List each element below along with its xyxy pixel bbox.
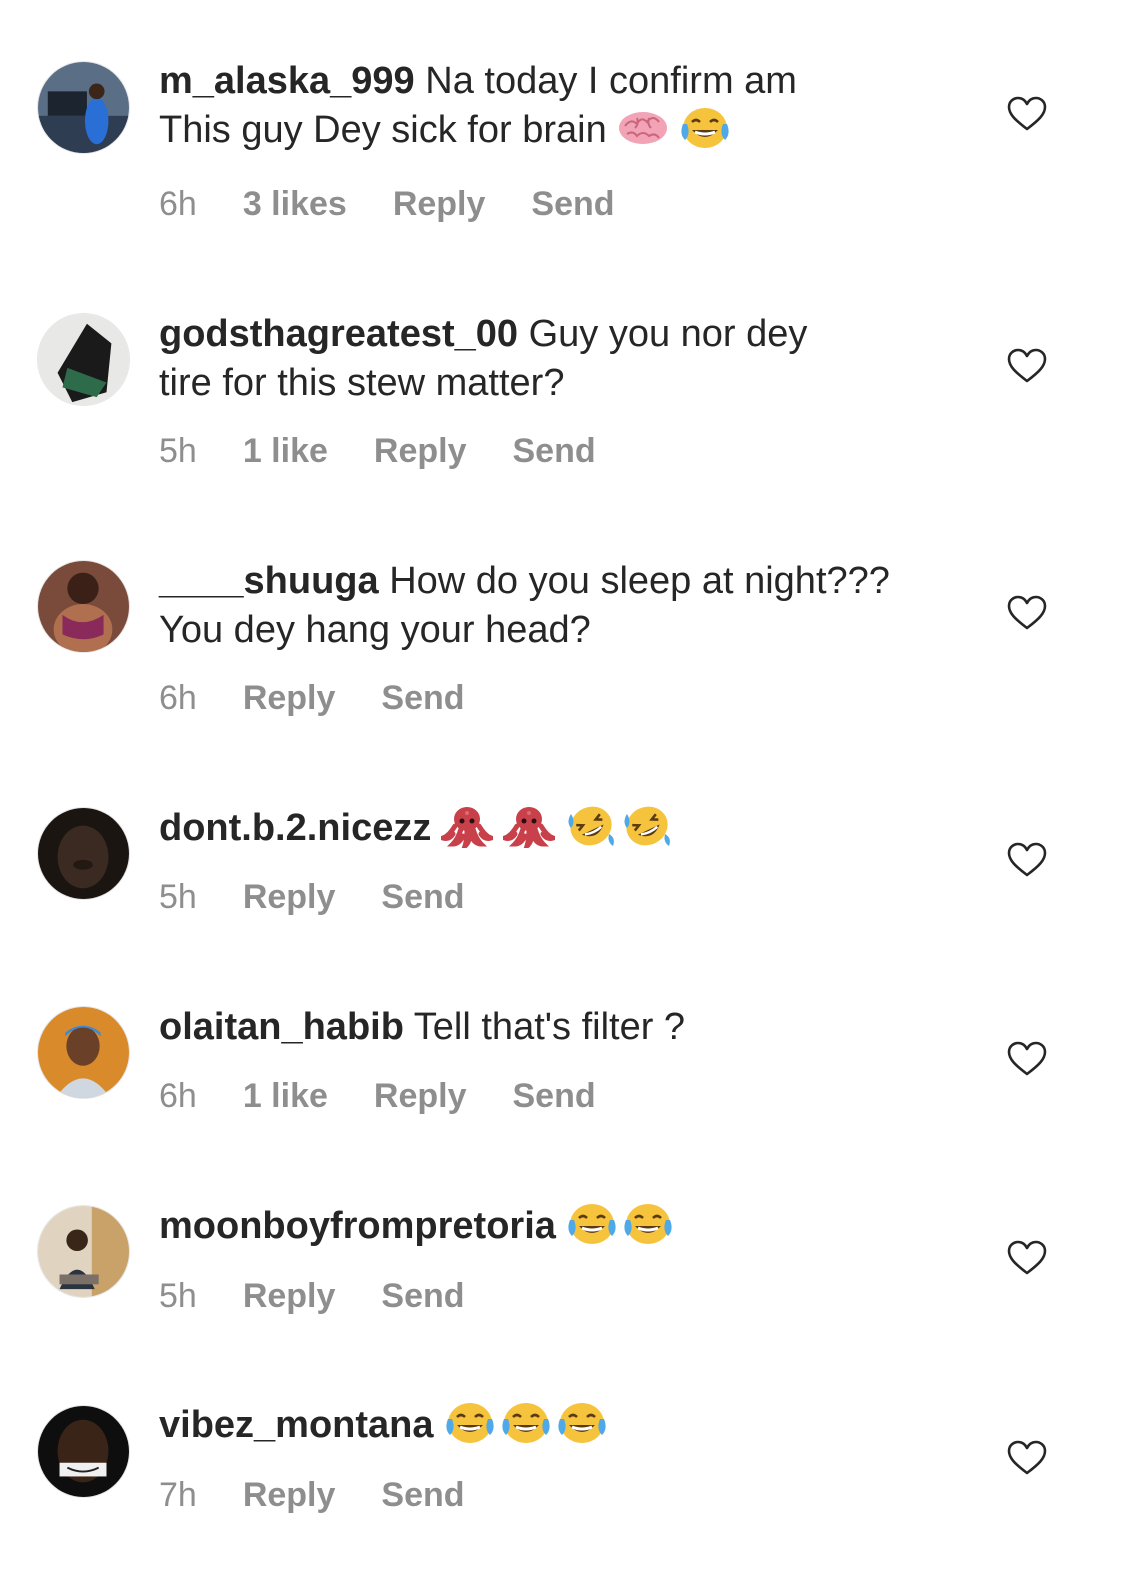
comment-time: 5h	[159, 432, 197, 470]
heart-icon[interactable]	[1007, 595, 1047, 631]
comment-time: 6h	[159, 1077, 197, 1115]
reply-button[interactable]: Reply	[243, 678, 336, 718]
comment-text: olaitan_habib Tell that's filter ?	[159, 1003, 979, 1052]
octopus-emoji	[503, 804, 555, 848]
comment-body: Tell that's filter ?	[413, 1006, 686, 1048]
send-button[interactable]: Send	[381, 1276, 464, 1316]
avatar-image	[38, 1206, 129, 1297]
comment-meta: 6h 1 like Reply Send	[159, 1076, 642, 1116]
comment-meta: 5h Reply Send	[159, 1276, 511, 1316]
heart-icon[interactable]	[1007, 1240, 1047, 1276]
comment-username[interactable]: olaitan_habib	[159, 1006, 404, 1048]
comment-time: 6h	[159, 679, 197, 717]
avatar[interactable]	[37, 560, 130, 653]
tears-of-joy-emoji	[444, 1401, 496, 1445]
comment-body: Na today I confirm am	[425, 60, 797, 102]
reply-button[interactable]: Reply	[393, 184, 486, 224]
comment-body: How do you sleep at night???	[389, 560, 890, 602]
reply-button[interactable]: Reply	[243, 1276, 336, 1316]
avatar[interactable]	[37, 1205, 130, 1298]
comment-body: Guy you nor dey	[528, 313, 808, 355]
comment-username[interactable]: ____shuuga	[159, 560, 379, 602]
comment-text: moonboyfrompretoria	[159, 1202, 979, 1251]
send-button[interactable]: Send	[513, 431, 596, 471]
comment-meta: 6h Reply Send	[159, 678, 511, 718]
avatar[interactable]	[37, 1405, 130, 1498]
send-button[interactable]: Send	[513, 1076, 596, 1116]
comment-likes[interactable]: 1 like	[243, 1076, 328, 1116]
comment-time: 6h	[159, 185, 197, 223]
heart-icon[interactable]	[1007, 96, 1047, 132]
comment-username[interactable]: dont.b.2.nicezz	[159, 807, 431, 849]
comment-body-line2: You dey hang your head?	[159, 609, 591, 651]
reply-button[interactable]: Reply	[243, 1475, 336, 1515]
avatar-image	[38, 1007, 129, 1098]
tears-of-joy-emoji	[622, 1202, 674, 1246]
comment-text: godsthagreatest_00 Guy you nor dey tire …	[159, 310, 979, 408]
avatar-image	[38, 62, 129, 153]
tears-of-joy-emoji	[679, 106, 731, 150]
comment-meta: 5h 1 like Reply Send	[159, 431, 642, 471]
send-button[interactable]: Send	[381, 678, 464, 718]
avatar[interactable]	[37, 1006, 130, 1099]
comment-time: 5h	[159, 878, 197, 916]
comment-time: 7h	[159, 1476, 197, 1514]
octopus-emoji	[441, 804, 493, 848]
avatar-image	[38, 314, 129, 405]
avatar[interactable]	[37, 313, 130, 406]
comment-username[interactable]: m_alaska_999	[159, 60, 415, 102]
avatar-image	[38, 1406, 129, 1497]
comment-meta: 5h Reply Send	[159, 877, 511, 917]
comment-meta: 7h Reply Send	[159, 1475, 511, 1515]
heart-icon[interactable]	[1007, 1041, 1047, 1077]
reply-button[interactable]: Reply	[374, 431, 467, 471]
send-button[interactable]: Send	[381, 1475, 464, 1515]
comment-time: 5h	[159, 1277, 197, 1315]
heart-icon[interactable]	[1007, 1440, 1047, 1476]
avatar[interactable]	[37, 807, 130, 900]
heart-icon[interactable]	[1007, 842, 1047, 878]
comment-text: ____shuuga How do you sleep at night??? …	[159, 557, 979, 655]
comment-text: m_alaska_999 Na today I confirm am This …	[159, 57, 979, 155]
avatar-image	[38, 561, 129, 652]
rolling-on-floor-laughing-emoji	[621, 804, 673, 848]
avatar[interactable]	[37, 61, 130, 154]
avatar-image	[38, 808, 129, 899]
rolling-on-floor-laughing-emoji	[565, 804, 617, 848]
comment-body-line2: This guy Dey sick for brain	[159, 109, 607, 151]
comment-username[interactable]: moonboyfrompretoria	[159, 1205, 556, 1247]
comment-body-line2: tire for this stew matter?	[159, 362, 565, 404]
comment-username[interactable]: vibez_montana	[159, 1404, 434, 1446]
brain-emoji	[617, 106, 669, 150]
send-button[interactable]: Send	[381, 877, 464, 917]
heart-icon[interactable]	[1007, 348, 1047, 384]
comment-meta: 6h 3 likes Reply Send	[159, 184, 661, 224]
reply-button[interactable]: Reply	[243, 877, 336, 917]
comment-text: dont.b.2.nicezz	[159, 804, 979, 853]
comment-likes[interactable]: 1 like	[243, 431, 328, 471]
tears-of-joy-emoji	[566, 1202, 618, 1246]
comment-username[interactable]: godsthagreatest_00	[159, 313, 518, 355]
reply-button[interactable]: Reply	[374, 1076, 467, 1116]
send-button[interactable]: Send	[531, 184, 614, 224]
comment-likes[interactable]: 3 likes	[243, 184, 347, 224]
tears-of-joy-emoji	[500, 1401, 552, 1445]
tears-of-joy-emoji	[556, 1401, 608, 1445]
comment-text: vibez_montana	[159, 1401, 979, 1450]
